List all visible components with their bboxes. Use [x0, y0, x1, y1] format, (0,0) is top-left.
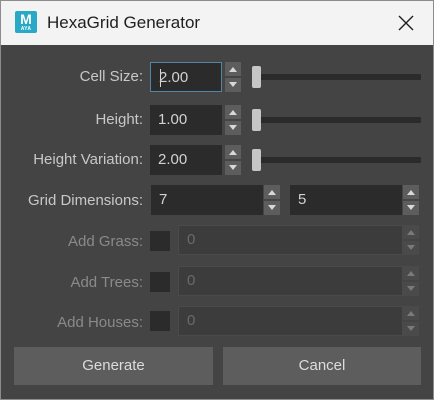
arrow-up-icon [407, 230, 415, 235]
add-grass-checkbox[interactable] [150, 231, 170, 251]
arrow-up-icon [229, 67, 237, 72]
height-label: Height: [95, 111, 143, 128]
height-slider-handle[interactable] [252, 109, 261, 131]
height-variation-increment[interactable] [225, 145, 241, 159]
cell-size-slider-handle[interactable] [252, 66, 261, 88]
height-slider-track[interactable] [255, 117, 421, 123]
grid-dimensions-y-increment[interactable] [403, 185, 419, 199]
arrow-down-icon [229, 125, 237, 130]
app-icon-subtext: AYA [20, 26, 32, 32]
arrow-down-icon [229, 165, 237, 170]
grid-dimensions-x-input[interactable]: 7 [151, 185, 263, 215]
arrow-down-icon [268, 205, 276, 210]
window-title: HexaGrid Generator [47, 13, 201, 32]
cell-size-label: Cell Size: [79, 68, 143, 85]
arrow-up-icon [229, 150, 237, 155]
cell-size-spinner [225, 62, 241, 92]
close-icon [398, 15, 414, 31]
arrow-up-icon [407, 271, 415, 276]
dialog-window: M AYA HexaGrid Generator Cell Size: 2.00… [0, 0, 434, 400]
add-houses-label: Add Houses: [57, 314, 143, 331]
generate-button[interactable]: Generate [14, 347, 213, 385]
grid-dimensions-y-value: 5 [298, 191, 307, 208]
grid-dimensions-y-spinner [403, 185, 419, 215]
add-grass-input[interactable]: 0 [178, 225, 403, 255]
height-value: 1.00 [158, 111, 188, 128]
add-grass-label: Add Grass: [67, 233, 143, 250]
add-trees-spinner [403, 266, 419, 296]
add-houses-value: 0 [187, 312, 196, 329]
cell-size-input[interactable]: 2.00 [150, 62, 222, 92]
arrow-down-icon [407, 326, 415, 331]
grid-dimensions-label: Grid Dimensions: [27, 192, 143, 209]
cell-size-increment[interactable] [225, 62, 241, 76]
height-increment[interactable] [225, 105, 241, 119]
add-trees-increment[interactable] [403, 266, 419, 280]
add-trees-input[interactable]: 0 [178, 266, 403, 296]
grid-dimensions-x-decrement[interactable] [264, 201, 280, 215]
arrow-down-icon [407, 205, 415, 210]
arrow-down-icon [407, 286, 415, 291]
grid-dimensions-y-decrement[interactable] [403, 201, 419, 215]
arrow-up-icon [229, 110, 237, 115]
arrow-up-icon [407, 311, 415, 316]
height-variation-decrement[interactable] [225, 161, 241, 175]
add-grass-spinner [403, 225, 419, 255]
close-button[interactable] [389, 7, 423, 39]
cell-size-value: 2.00 [159, 69, 189, 86]
add-trees-checkbox[interactable] [150, 272, 170, 292]
add-houses-decrement[interactable] [403, 322, 419, 336]
height-variation-slider-handle[interactable] [252, 149, 261, 171]
add-houses-spinner [403, 306, 419, 336]
grid-dimensions-x-value: 7 [159, 191, 168, 208]
grid-dimensions-y-input[interactable]: 5 [290, 185, 402, 215]
arrow-down-icon [407, 245, 415, 250]
height-input[interactable]: 1.00 [150, 105, 222, 135]
add-trees-value: 0 [187, 272, 196, 289]
grid-dimensions-x-spinner [264, 185, 280, 215]
grid-dimensions-x-increment[interactable] [264, 185, 280, 199]
arrow-down-icon [229, 82, 237, 87]
arrow-up-icon [268, 190, 276, 195]
height-variation-slider-track[interactable] [255, 157, 421, 163]
arrow-up-icon [407, 190, 415, 195]
height-variation-spinner [225, 145, 241, 175]
title-bar[interactable]: M AYA HexaGrid Generator [1, 1, 433, 45]
add-houses-checkbox[interactable] [150, 311, 170, 331]
add-houses-increment[interactable] [403, 306, 419, 320]
cell-size-slider-track[interactable] [255, 74, 421, 80]
add-trees-decrement[interactable] [403, 282, 419, 296]
add-houses-input[interactable]: 0 [178, 306, 403, 336]
cell-size-decrement[interactable] [225, 78, 241, 92]
height-spinner [225, 105, 241, 135]
maya-app-icon: M AYA [15, 11, 37, 33]
height-variation-value: 2.00 [158, 151, 188, 168]
form-content: Cell Size: 2.00 Height: 1.00 Height Vari… [1, 45, 433, 399]
cancel-button[interactable]: Cancel [223, 347, 421, 385]
height-variation-input[interactable]: 2.00 [150, 145, 222, 175]
height-variation-label: Height Variation: [33, 151, 143, 168]
add-trees-label: Add Trees: [70, 274, 143, 291]
add-grass-value: 0 [187, 231, 196, 248]
add-grass-decrement[interactable] [403, 241, 419, 255]
height-decrement[interactable] [225, 121, 241, 135]
add-grass-increment[interactable] [403, 225, 419, 239]
